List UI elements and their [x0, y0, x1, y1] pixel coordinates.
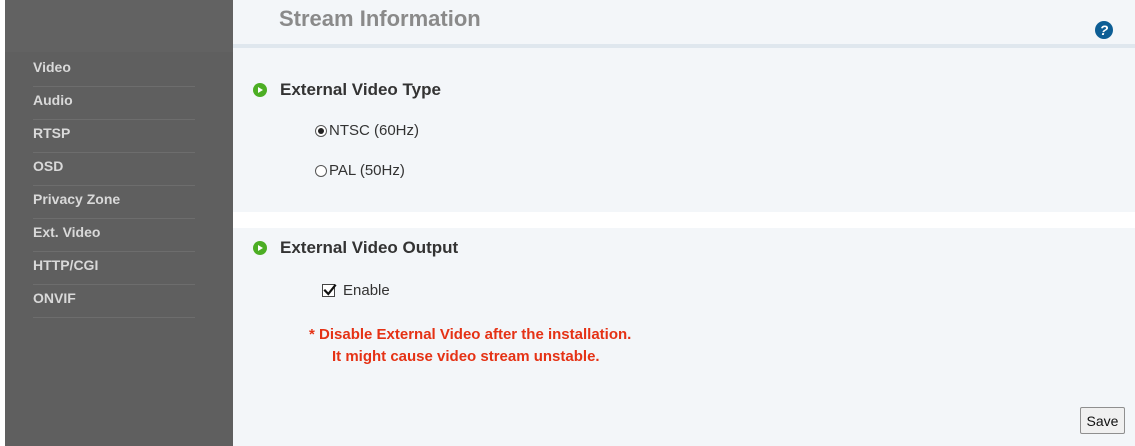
sidebar-item-label: Ext. Video — [33, 224, 101, 240]
sidebar-nav: Video Audio RTSP OSD Privacy Zone Ext. V… — [33, 54, 195, 318]
sidebar-item-ext-video[interactable]: Ext. Video — [33, 219, 195, 252]
radio-pal[interactable]: PAL (50Hz) — [315, 162, 405, 179]
help-icon[interactable]: ? — [1095, 21, 1113, 39]
sidebar-item-osd[interactable]: OSD — [33, 153, 195, 186]
page-header: Stream Information ? — [233, 0, 1135, 48]
sidebar-item-http-cgi[interactable]: HTTP/CGI — [33, 252, 195, 285]
external-video-type-section: External Video Type NTSC (60Hz) PAL (50H… — [233, 52, 1135, 212]
section-heading: External Video Output — [253, 238, 458, 258]
sidebar-item-video[interactable]: Video — [33, 54, 195, 87]
enable-checkbox-row[interactable]: Enable — [322, 282, 390, 299]
sidebar: Video Audio RTSP OSD Privacy Zone Ext. V… — [5, 0, 233, 446]
sidebar-item-label: Privacy Zone — [33, 191, 121, 207]
sidebar-item-label: RTSP — [33, 125, 71, 141]
enable-checkbox[interactable] — [322, 283, 337, 297]
section-heading-text: External Video Output — [280, 238, 459, 257]
section-heading: External Video Type — [253, 80, 441, 100]
main-content: Stream Information ? External Video Type… — [233, 0, 1135, 446]
sidebar-item-label: ONVIF — [33, 290, 76, 306]
app-frame: Video Audio RTSP OSD Privacy Zone Ext. V… — [0, 0, 1135, 446]
green-circle-arrow-icon — [253, 241, 267, 255]
radio-button-checked[interactable] — [315, 124, 327, 137]
sidebar-item-label: Audio — [33, 92, 73, 108]
checkmark-icon — [323, 283, 337, 296]
warning-line-2: It might cause video stream unstable. — [332, 348, 600, 365]
sidebar-item-label: HTTP/CGI — [33, 257, 99, 273]
page-title: Stream Information — [279, 6, 481, 31]
save-button[interactable]: Save — [1080, 407, 1125, 434]
radio-label-ntsc: NTSC (60Hz) — [329, 122, 420, 139]
external-video-output-section: External Video Output Enable * Disable E… — [233, 228, 1135, 446]
section-divider — [233, 212, 1135, 228]
sidebar-item-privacy-zone[interactable]: Privacy Zone — [33, 186, 195, 219]
sidebar-item-label: OSD — [33, 158, 64, 174]
radio-ntsc[interactable]: NTSC (60Hz) — [315, 122, 419, 139]
sidebar-item-audio[interactable]: Audio — [33, 87, 195, 120]
section-heading-text: External Video Type — [280, 80, 441, 99]
sidebar-item-label: Video — [33, 59, 71, 75]
enable-label: Enable — [343, 282, 390, 299]
warning-line-1: * Disable External Video after the insta… — [309, 326, 632, 343]
sidebar-item-onvif[interactable]: ONVIF — [33, 285, 195, 318]
green-circle-arrow-icon — [253, 83, 267, 97]
radio-label-pal: PAL (50Hz) — [329, 162, 405, 179]
sidebar-header — [5, 0, 233, 52]
warning-message: * Disable External Video after the insta… — [309, 324, 631, 368]
sidebar-item-rtsp[interactable]: RTSP — [33, 120, 195, 153]
radio-button-unchecked[interactable] — [315, 164, 327, 177]
